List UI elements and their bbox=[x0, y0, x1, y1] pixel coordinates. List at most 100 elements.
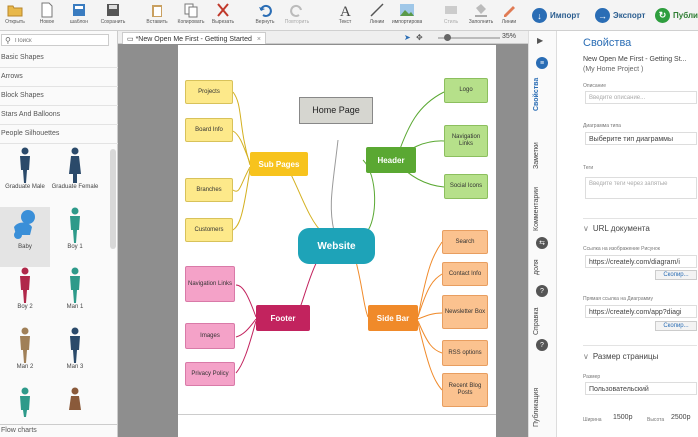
copy-diagram-link-button[interactable]: Скопир... bbox=[655, 321, 697, 331]
node-rss-options[interactable]: RSS options bbox=[442, 340, 488, 366]
export-button[interactable]: → Экспорт bbox=[595, 7, 645, 24]
node-logo[interactable]: Logo bbox=[444, 78, 488, 103]
node-projects[interactable]: Projects bbox=[185, 80, 233, 104]
diagram-type-select[interactable]: Выберите тип диаграммы bbox=[585, 132, 697, 145]
paste-button[interactable]: Вставить bbox=[142, 2, 172, 29]
description-field[interactable]: Введите описание... bbox=[585, 91, 697, 104]
copy-image-link-button[interactable]: Скопир... bbox=[655, 270, 697, 280]
node-sub-pages[interactable]: Sub Pages bbox=[250, 152, 308, 176]
category-people-silhouettes[interactable]: People Silhouettes bbox=[0, 125, 118, 144]
category-flow-charts[interactable]: Flow charts bbox=[0, 424, 118, 437]
person-silhouette-icon bbox=[20, 387, 30, 417]
shape-search[interactable]: ⚲ bbox=[1, 34, 109, 46]
page-height-field[interactable]: 2500p bbox=[671, 414, 690, 421]
shape-man-2[interactable]: Man 2 bbox=[0, 327, 50, 387]
pan-tool-icon[interactable]: ✥ bbox=[416, 33, 423, 42]
node-website[interactable]: Website bbox=[298, 228, 375, 264]
publish-button[interactable]: ↻ Публи bbox=[655, 7, 698, 24]
node-navigation-links-header[interactable]: Navigation Links bbox=[444, 125, 488, 157]
tab-share[interactable]: доля bbox=[533, 259, 540, 275]
shape-person-10[interactable] bbox=[50, 387, 100, 423]
node-customers[interactable]: Customers bbox=[185, 218, 233, 242]
tab-notes[interactable]: Заметки bbox=[533, 142, 540, 169]
tags-field[interactable]: Введите теги через запятые bbox=[585, 177, 697, 199]
open-button[interactable]: Открыть bbox=[0, 2, 30, 29]
shape-man-3[interactable]: Man 3 bbox=[50, 327, 100, 387]
scissors-icon bbox=[217, 3, 229, 17]
person-silhouette-icon bbox=[20, 267, 30, 303]
tab-publication[interactable]: Публикация bbox=[533, 388, 540, 427]
template-button[interactable]: шаблон bbox=[64, 2, 94, 29]
node-branches[interactable]: Branches bbox=[185, 178, 233, 202]
page-size-section-header[interactable]: ∨ Размер страницы bbox=[583, 352, 658, 361]
tab-help[interactable]: Справка bbox=[533, 308, 540, 335]
chevron-down-icon: ∨ bbox=[583, 352, 589, 361]
properties-title: Свойства bbox=[583, 37, 632, 49]
properties-icon: ≡ bbox=[536, 57, 548, 69]
import-button[interactable]: ↓ Импорт bbox=[532, 7, 580, 24]
node-header[interactable]: Header bbox=[366, 147, 416, 173]
svg-text:A: A bbox=[340, 4, 351, 18]
image-import-icon bbox=[400, 4, 414, 16]
pen-button[interactable]: Линии bbox=[494, 2, 524, 29]
redo-button[interactable]: Повторить bbox=[282, 2, 312, 29]
cut-button[interactable]: Вырезать bbox=[208, 2, 238, 29]
node-side-bar[interactable]: Side Bar bbox=[368, 305, 418, 331]
node-newsletter-box[interactable]: Newsletter Box bbox=[442, 295, 488, 329]
image-import-button[interactable]: импортировать bbox=[392, 2, 422, 29]
node-contact-info[interactable]: Contact Info bbox=[442, 262, 488, 286]
node-board-info[interactable]: Board Info bbox=[185, 118, 233, 142]
shape-boy-1[interactable]: Boy 1 bbox=[50, 207, 100, 267]
tab-properties[interactable]: Свойства bbox=[533, 78, 540, 111]
project-name: (My Home Project ) bbox=[583, 66, 644, 73]
person-silhouette-icon bbox=[20, 327, 30, 363]
category-block-shapes[interactable]: Block Shapes bbox=[0, 87, 118, 106]
baby-silhouette-icon bbox=[14, 210, 35, 239]
shape-person-9[interactable] bbox=[0, 387, 50, 423]
fill-button[interactable]: Заполнить bbox=[466, 2, 496, 29]
chevron-down-icon: ∨ bbox=[583, 224, 589, 233]
shape-search-input[interactable] bbox=[15, 36, 105, 45]
zoom-slider-handle[interactable] bbox=[444, 34, 451, 41]
close-tab-icon[interactable]: × bbox=[257, 36, 261, 43]
help-icon: ? bbox=[536, 285, 548, 297]
node-recent-blog-posts[interactable]: Recent Blog Posts bbox=[442, 373, 488, 407]
left-panel-scrollbar[interactable] bbox=[110, 149, 116, 249]
shape-graduate-male[interactable]: Graduate Male bbox=[0, 147, 50, 207]
style-button[interactable]: Стиль bbox=[436, 2, 466, 29]
collapse-panel-icon[interactable]: ▶ bbox=[537, 36, 543, 45]
save-button[interactable]: Сохранить bbox=[98, 2, 128, 29]
node-navigation-links-footer[interactable]: Navigation Links bbox=[185, 266, 235, 302]
node-footer[interactable]: Footer bbox=[256, 305, 310, 331]
document-tab[interactable]: ▭ *New Open Me First - Getting Started × bbox=[122, 32, 266, 44]
node-images[interactable]: Images bbox=[185, 323, 235, 349]
line-button[interactable]: Линии bbox=[362, 2, 392, 29]
url-section-header[interactable]: ∨ URL документа bbox=[583, 224, 650, 233]
new-button[interactable]: Новое bbox=[32, 2, 62, 29]
person-silhouette-icon bbox=[70, 327, 80, 363]
image-link-field[interactable]: https://creately.com/diagram/i bbox=[585, 255, 697, 268]
node-privacy-policy[interactable]: Privacy Policy bbox=[185, 362, 235, 386]
shape-graduate-female[interactable]: Graduate Female bbox=[50, 147, 100, 207]
copy-button[interactable]: Копировать bbox=[176, 2, 206, 29]
shape-man-1[interactable]: Man 1 bbox=[50, 267, 100, 327]
shape-boy-2[interactable]: Boy 2 bbox=[0, 267, 50, 327]
category-arrows[interactable]: Arrows bbox=[0, 68, 118, 87]
undo-button[interactable]: Вернуть bbox=[250, 2, 280, 29]
pointer-tool-icon[interactable]: ➤ bbox=[404, 33, 411, 42]
tab-comments[interactable]: Комментарии bbox=[533, 187, 540, 231]
style-icon bbox=[445, 6, 457, 14]
category-stars-balloons[interactable]: Stars And Balloons bbox=[0, 106, 118, 125]
page-width-field[interactable]: 1500p bbox=[613, 414, 632, 421]
diagram-link-field[interactable]: https://creately.com/app?diagi bbox=[585, 305, 697, 318]
node-social-icons[interactable]: Social Icons bbox=[444, 174, 488, 199]
copy-icon bbox=[184, 3, 198, 18]
page-size-select[interactable]: Пользовательский bbox=[585, 382, 697, 395]
category-basic-shapes[interactable]: Basic Shapes bbox=[0, 49, 118, 68]
shape-grid: Graduate Male Graduate Female Baby Boy 1… bbox=[0, 143, 118, 423]
node-search[interactable]: Search bbox=[442, 230, 488, 254]
document-title: New Open Me First - Getting St... bbox=[583, 56, 687, 63]
text-button[interactable]: A Текст bbox=[330, 2, 360, 29]
node-home-page[interactable]: Home Page bbox=[299, 97, 373, 124]
shape-baby[interactable]: Baby bbox=[0, 207, 50, 267]
